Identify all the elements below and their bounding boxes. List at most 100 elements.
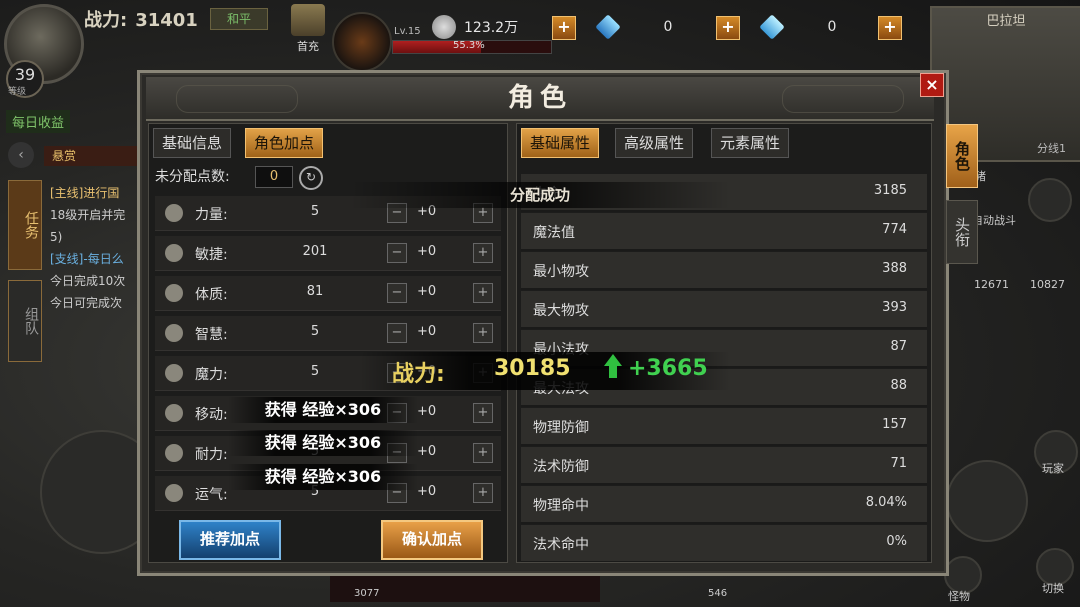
dialog-title-bar: 角色 [146, 77, 934, 121]
luck-icon [165, 484, 183, 502]
dialog-title: 角色 [507, 83, 572, 113]
attack-sword-icon[interactable] [946, 460, 1028, 542]
attr-plus-button[interactable]: + [473, 243, 493, 263]
stat-name: 最大物攻 [533, 303, 589, 319]
stat-value: 0% [886, 534, 907, 549]
boss-hp-text: 55.3% [453, 40, 485, 51]
magic-icon [165, 364, 183, 382]
gift-icon [291, 4, 325, 36]
tab-advanced-stats[interactable]: 高级属性 [615, 128, 694, 158]
up-arrow-icon [604, 354, 622, 366]
attr-value: 81 [306, 284, 324, 299]
attr-add-value: +0 [417, 244, 437, 259]
close-button[interactable]: × [920, 73, 944, 97]
attr-row-constitution: 体质: 81 − +0 + [155, 276, 501, 311]
tab-allocate-points[interactable]: 角色加点 [245, 128, 324, 158]
stat-row: 最小物攻 388 [521, 252, 927, 290]
attr-plus-button[interactable]: + [473, 323, 493, 343]
wisdom-icon [165, 324, 183, 342]
stat-name: 法术命中 [533, 537, 589, 553]
stat-row: 物理防御 157 [521, 408, 927, 446]
diamond-b-currency: 0 [759, 14, 872, 40]
silver-currency: 123.2万 [432, 14, 564, 40]
unallocated-label: 未分配点数: [155, 169, 230, 185]
tab-basic-stats[interactable]: 基础属性 [521, 128, 600, 158]
attr-minus-button[interactable]: − [387, 243, 407, 263]
attr-minus-button[interactable]: − [387, 283, 407, 303]
attr-name: 力量: [195, 207, 228, 223]
stat-value: 88 [890, 378, 907, 393]
quest-list[interactable]: [主线]进行国 18级开启并完 5) [支线]-每日么 今日完成10次 今日可完… [50, 182, 125, 314]
map-line: 分线1 [1037, 142, 1066, 155]
confirm-points-button[interactable]: 确认加点 [381, 520, 483, 560]
attr-plus-button[interactable]: + [473, 443, 493, 463]
mp-potion-count: 10827 [1030, 278, 1065, 291]
exp-gain-toast: 获得 经验×306 [228, 464, 418, 490]
attr-value: 5 [310, 204, 320, 219]
player-level-label: 等级 [8, 87, 27, 97]
attr-name: 敏捷: [195, 247, 228, 263]
monster-label: 怪物 [948, 590, 970, 603]
hp-potion-count: 12671 [974, 278, 1009, 291]
side-tab-title[interactable]: 头衔 [946, 200, 978, 264]
map-name: 巴拉坦 [986, 14, 1026, 29]
agility-icon [165, 244, 183, 262]
attr-value: 5 [310, 324, 320, 339]
attr-name: 智慧: [195, 327, 228, 343]
add-diamond-b-button[interactable]: + [878, 16, 902, 40]
switch-label: 切换 [1042, 582, 1064, 595]
add-silver-button[interactable]: + [552, 16, 576, 40]
bounty-button[interactable]: 悬赏 [44, 146, 142, 166]
attr-plus-button[interactable]: + [473, 483, 493, 503]
strength-icon [165, 204, 183, 222]
attr-plus-button[interactable]: + [473, 403, 493, 423]
hud-power: 战力: 31401 [84, 6, 198, 32]
attr-add-value: +0 [417, 404, 437, 419]
add-diamond-a-button[interactable]: + [716, 16, 740, 40]
quest-main-desc: 18级开启并完 [50, 208, 126, 222]
exp-gain-toast: 获得 经验×306 [228, 397, 418, 423]
attr-name: 体质: [195, 287, 228, 303]
stat-value: 87 [890, 339, 907, 354]
side-tab-character[interactable]: 角色 [946, 124, 978, 188]
diamond-a-value: 0 [663, 19, 673, 35]
stat-row: 物理命中 8.04% [521, 486, 927, 524]
boss-portrait[interactable] [332, 12, 392, 72]
collapse-arrow-icon[interactable]: ‹ [8, 142, 34, 168]
attr-value: 201 [302, 244, 328, 259]
exp-gain-toast: 获得 经验×306 [228, 430, 418, 456]
tab-basic-info[interactable]: 基础信息 [153, 128, 232, 158]
constitution-icon [165, 284, 183, 302]
auto-fight-label[interactable]: 自动战斗 [972, 212, 1016, 228]
recommend-points-button[interactable]: 推荐加点 [179, 520, 281, 560]
quest-main-desc2: 5) [50, 230, 63, 244]
boss-level: Lv.15 [394, 26, 421, 37]
diamond-a-currency: 0 [595, 14, 708, 40]
attr-name: 移动: [195, 407, 228, 423]
silver-value: 123.2万 [464, 20, 519, 36]
pk-mode-select[interactable]: 和平 [210, 8, 268, 30]
first-charge-label: 首充 [297, 40, 319, 53]
daily-income-button[interactable]: 每日收益 [6, 110, 71, 133]
stat-value: 774 [882, 222, 907, 237]
attr-plus-button[interactable]: + [473, 283, 493, 303]
tab-element-stats[interactable]: 元素属性 [711, 128, 790, 158]
bottom-hp-num: 3077 [354, 588, 380, 599]
auto-fight-icon[interactable] [1028, 178, 1072, 222]
team-tab[interactable]: 组队 [8, 280, 42, 362]
first-charge-button[interactable]: 首充 [288, 4, 328, 56]
attr-add-value: +0 [417, 444, 437, 459]
stat-value: 8.04% [865, 495, 907, 510]
attr-minus-button[interactable]: − [387, 323, 407, 343]
stat-row: 法术防御 71 [521, 447, 927, 485]
attr-add-value: +0 [417, 284, 437, 299]
attr-add-value: +0 [417, 324, 437, 339]
quest-tab[interactable]: 任务 [8, 180, 42, 270]
attr-name: 魔力: [195, 367, 228, 383]
attr-add-value: +0 [417, 484, 437, 499]
bottom-mp-num: 546 [708, 588, 728, 599]
power-popup-increase: +3665 [628, 356, 708, 381]
boss-hp-bar: 55.3% [392, 40, 552, 54]
stat-value: 3185 [873, 183, 907, 198]
reset-points-icon[interactable]: ↻ [299, 166, 323, 190]
